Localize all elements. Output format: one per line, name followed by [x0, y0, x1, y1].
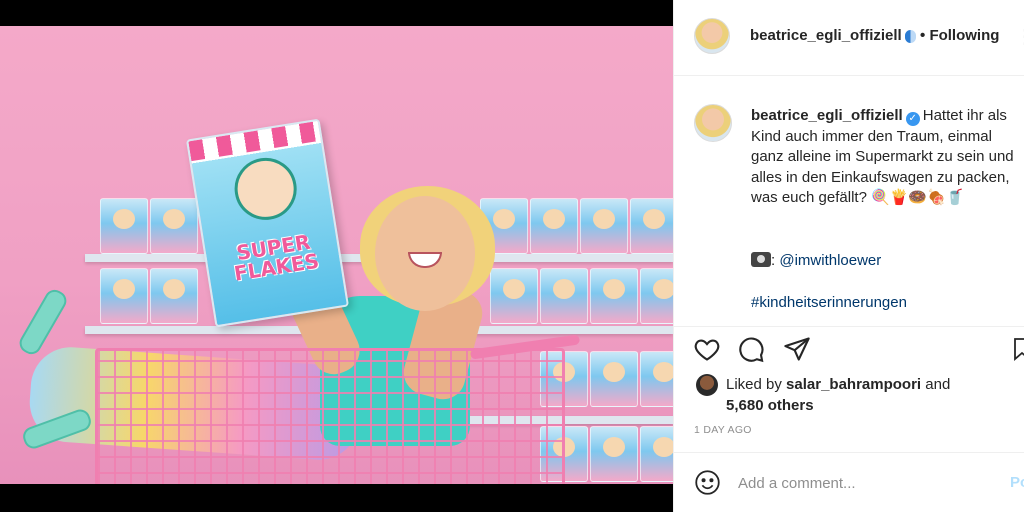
- comment-icon[interactable]: [737, 335, 765, 363]
- shopping-cart: [95, 348, 565, 484]
- camera-icon: [751, 252, 771, 267]
- likes-summary: Liked by salar_bahrampoori and 5,680 oth…: [674, 372, 1024, 416]
- package-stripe: [188, 120, 321, 162]
- likes-text: Liked by salar_bahrampoori and 5,680 oth…: [726, 374, 1006, 416]
- avatar[interactable]: [694, 18, 730, 54]
- post-comment-button[interactable]: Po: [1010, 474, 1024, 491]
- cereal-box: [580, 198, 628, 254]
- post-details-panel: beatrice_egli_offiziell • Following ⋮ be…: [673, 0, 1024, 512]
- follow-status[interactable]: • Following: [920, 27, 999, 44]
- cereal-box: [150, 198, 198, 254]
- cereal-box: [590, 426, 638, 482]
- credit-mention-link[interactable]: @imwithloewer: [779, 252, 881, 269]
- comment-input[interactable]: [738, 472, 988, 494]
- likes-and: and: [921, 376, 951, 393]
- separator: •: [920, 27, 926, 44]
- cereal-box: [640, 351, 673, 407]
- heart-icon[interactable]: [693, 335, 721, 363]
- package-mascot: [230, 153, 302, 225]
- caption-section: beatrice_egli_offiziell ✓ Hattet ihr als K…: [674, 92, 1024, 324]
- cereal-box: [150, 268, 198, 324]
- cereal-package: SUPER FLAKES: [185, 118, 350, 328]
- paper-plane-icon[interactable]: [783, 335, 811, 363]
- post-timestamp[interactable]: 1 DAY AGO: [694, 424, 752, 436]
- caption-username[interactable]: beatrice_egli_offiziell: [751, 107, 903, 124]
- photo-credit: : @imwithloewer: [751, 252, 881, 269]
- caption: beatrice_egli_offiziell ✓ Hattet ihr als K…: [751, 106, 1019, 209]
- header-username[interactable]: beatrice_egli_offiziell: [750, 27, 902, 44]
- action-bar: [674, 326, 1024, 370]
- cereal-box: [100, 268, 148, 324]
- cereal-box: [490, 268, 538, 324]
- cereal-box: [640, 426, 673, 482]
- cereal-box: [590, 268, 638, 324]
- post-header: beatrice_egli_offiziell • Following ⋮: [674, 0, 1024, 76]
- verified-badge-icon: ✓: [905, 112, 920, 126]
- liker-username[interactable]: salar_bahrampoori: [786, 376, 921, 393]
- following-label: Following: [929, 27, 1000, 44]
- caption-emojis: 🍭🍟🍩🍖🥤: [871, 189, 965, 207]
- cereal-box: [540, 268, 588, 324]
- package-title: SUPER FLAKES: [232, 229, 321, 286]
- more-options-icon[interactable]: ⋮: [1015, 24, 1024, 49]
- verified-icon: [905, 30, 916, 43]
- bookmark-icon[interactable]: [1014, 335, 1024, 363]
- hashtag-link[interactable]: #kindheitserinnerungen: [751, 294, 907, 311]
- cereal-box: [630, 198, 673, 254]
- smiley-icon[interactable]: [694, 469, 721, 496]
- post-photo[interactable]: SUPER FLAKES: [0, 26, 673, 484]
- likes-prefix: Liked by: [726, 376, 787, 393]
- cereal-box: [530, 198, 578, 254]
- cereal-box: [100, 198, 148, 254]
- comment-bar: Po: [674, 452, 1024, 512]
- caption-avatar[interactable]: [694, 104, 732, 142]
- likes-others-count[interactable]: 5,680 others: [726, 397, 814, 414]
- cereal-box: [640, 268, 673, 324]
- cereal-box: [590, 351, 638, 407]
- liker-avatar[interactable]: [696, 374, 718, 396]
